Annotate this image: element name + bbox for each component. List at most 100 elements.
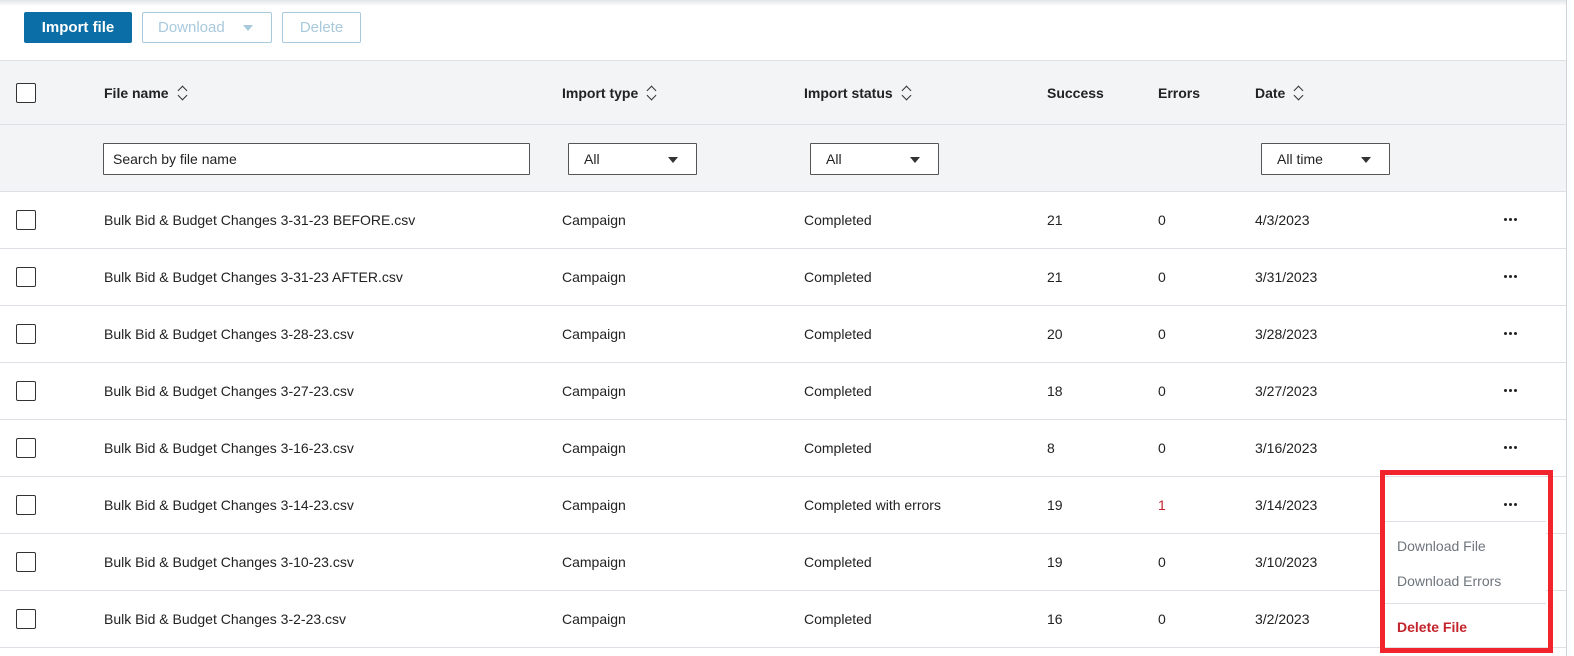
import-type-cell: Campaign: [562, 212, 626, 228]
header-errors: Errors: [1158, 61, 1200, 124]
file-name-cell: Bulk Bid & Budget Changes 3-10-23.csv: [104, 554, 354, 570]
table-header: File name Import type Import status Succ…: [0, 60, 1566, 125]
import-status-filter[interactable]: All: [810, 143, 939, 175]
toolbar: Import file Download Delete: [24, 12, 361, 44]
table-row: Bulk Bid & Budget Changes 3-31-23 BEFORE…: [0, 192, 1566, 249]
sort-icon: [178, 85, 188, 101]
row-checkbox[interactable]: [16, 495, 36, 515]
import-type-filter[interactable]: All: [568, 143, 697, 175]
row-checkbox[interactable]: [16, 438, 36, 458]
download-button[interactable]: Download: [142, 12, 272, 43]
date-filter-value: All time: [1277, 151, 1323, 167]
menu-download-errors[interactable]: Download Errors: [1397, 573, 1501, 589]
success-cell: 21: [1047, 269, 1063, 285]
header-date[interactable]: Date: [1255, 61, 1304, 124]
errors-cell: 1: [1158, 497, 1166, 513]
more-actions-icon[interactable]: [1504, 332, 1517, 335]
date-cell: 3/31/2023: [1255, 269, 1318, 285]
header-import-status-label: Import status: [804, 84, 893, 101]
errors-cell: 0: [1158, 611, 1166, 627]
table-row: Bulk Bid & Budget Changes 3-31-23 AFTER.…: [0, 249, 1566, 306]
import-status-cell: Completed: [804, 326, 872, 342]
file-name-cell: Bulk Bid & Budget Changes 3-31-23 BEFORE…: [104, 212, 416, 228]
success-cell: 8: [1047, 440, 1055, 456]
more-actions-icon[interactable]: [1504, 275, 1517, 278]
date-cell: 3/2/2023: [1255, 611, 1310, 627]
row-checkbox[interactable]: [16, 552, 36, 572]
menu-download-file[interactable]: Download File: [1397, 538, 1486, 554]
success-cell: 20: [1047, 326, 1063, 342]
table-row: Bulk Bid & Budget Changes 3-14-23.csv Ca…: [0, 477, 1566, 534]
row-checkbox[interactable]: [16, 324, 36, 344]
filter-row: All All All time: [0, 125, 1566, 192]
header-success: Success: [1047, 61, 1104, 124]
success-cell: 21: [1047, 212, 1063, 228]
import-type-cell: Campaign: [562, 269, 626, 285]
more-actions-icon[interactable]: [1504, 218, 1517, 221]
file-name-cell: Bulk Bid & Budget Changes 3-2-23.csv: [104, 611, 347, 627]
scrollbar[interactable]: [1566, 0, 1574, 656]
import-status-cell: Completed: [804, 269, 872, 285]
top-shadow: [0, 0, 1566, 6]
import-status-cell: Completed: [804, 611, 872, 627]
imports-table: File name Import type Import status Succ…: [0, 60, 1566, 648]
errors-cell: 0: [1158, 383, 1166, 399]
table-row: Bulk Bid & Budget Changes 3-16-23.csv Ca…: [0, 420, 1566, 477]
chevron-down-icon: [242, 24, 253, 31]
success-cell: 19: [1047, 554, 1063, 570]
date-cell: 3/14/2023: [1255, 497, 1318, 513]
file-name-cell: Bulk Bid & Budget Changes 3-14-23.csv: [104, 497, 354, 513]
import-type-filter-value: All: [584, 151, 600, 167]
more-actions-icon[interactable]: [1504, 446, 1517, 449]
import-type-cell: Campaign: [562, 497, 626, 513]
chevron-down-icon: [668, 157, 678, 163]
file-name-cell: Bulk Bid & Budget Changes 3-27-23.csv: [104, 383, 354, 399]
success-cell: 19: [1047, 497, 1063, 513]
import-status-filter-value: All: [826, 151, 842, 167]
header-file-name[interactable]: File name: [104, 61, 188, 124]
import-status-cell: Completed with errors: [804, 497, 941, 513]
import-status-cell: Completed: [804, 212, 872, 228]
menu-delete-file[interactable]: Delete File: [1397, 619, 1467, 635]
row-checkbox[interactable]: [16, 609, 36, 629]
header-import-type-label: Import type: [562, 84, 639, 101]
more-actions-icon[interactable]: [1504, 389, 1517, 392]
download-button-label: Download: [158, 19, 225, 36]
row-checkbox[interactable]: [16, 210, 36, 230]
import-file-button[interactable]: Import file: [24, 12, 132, 43]
row-checkbox[interactable]: [16, 381, 36, 401]
import-type-cell: Campaign: [562, 554, 626, 570]
date-cell: 4/3/2023: [1255, 212, 1310, 228]
header-success-label: Success: [1047, 84, 1104, 101]
header-date-label: Date: [1255, 84, 1286, 101]
date-cell: 3/16/2023: [1255, 440, 1318, 456]
date-cell: 3/28/2023: [1255, 326, 1318, 342]
file-name-cell: Bulk Bid & Budget Changes 3-16-23.csv: [104, 440, 354, 456]
errors-cell: 0: [1158, 269, 1166, 285]
menu-divider: [1385, 603, 1546, 604]
success-cell: 18: [1047, 383, 1063, 399]
errors-cell: 0: [1158, 212, 1166, 228]
sort-icon: [1294, 85, 1304, 101]
file-name-cell: Bulk Bid & Budget Changes 3-31-23 AFTER.…: [104, 269, 403, 285]
sort-icon: [647, 85, 657, 101]
chevron-down-icon: [1361, 157, 1371, 163]
errors-cell: 0: [1158, 326, 1166, 342]
date-filter[interactable]: All time: [1261, 143, 1390, 175]
header-import-status[interactable]: Import status: [804, 61, 912, 124]
select-all-checkbox[interactable]: [16, 82, 36, 103]
more-actions-icon[interactable]: [1504, 503, 1517, 506]
sort-icon: [902, 85, 912, 101]
delete-button[interactable]: Delete: [282, 12, 361, 43]
import-type-cell: Campaign: [562, 383, 626, 399]
search-input[interactable]: [103, 143, 530, 175]
date-cell: 3/10/2023: [1255, 554, 1318, 570]
table-row: Bulk Bid & Budget Changes 3-27-23.csv Ca…: [0, 363, 1566, 420]
import-status-cell: Completed: [804, 554, 872, 570]
header-import-type[interactable]: Import type: [562, 61, 657, 124]
row-checkbox[interactable]: [16, 267, 36, 287]
header-file-name-label: File name: [104, 84, 169, 101]
chevron-down-icon: [910, 157, 920, 163]
row-actions-menu: Download File Download Errors Delete Fil…: [1385, 521, 1546, 647]
table-row: Bulk Bid & Budget Changes 3-10-23.csv Ca…: [0, 534, 1566, 591]
